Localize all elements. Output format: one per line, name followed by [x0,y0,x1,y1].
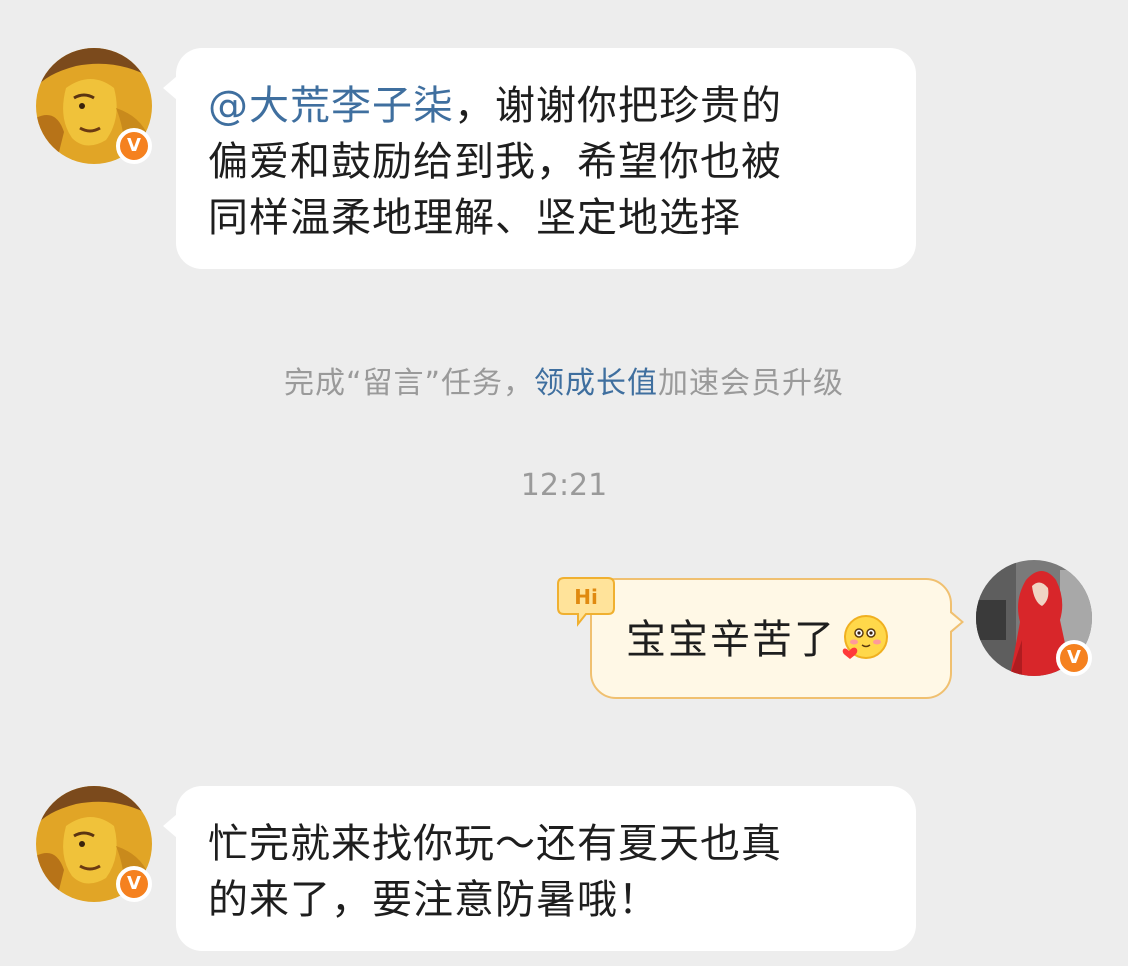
message-bubble-incoming[interactable]: 忙完就来找你玩～还有夏天也真 的来了，要注意防暑哦！ [163,786,916,951]
growth-value-link[interactable]: 领成长值 [534,366,658,401]
task-notice: 完成“留言”任务，领成长值加速会员升级 [0,358,1128,402]
timestamp: 12:21 [520,468,608,503]
verified-badge-icon: V [1056,640,1092,676]
hi-bubble-icon: Hi [557,577,615,627]
message-text: 同样温柔地理解、坚定地选择 [208,195,741,241]
verified-badge-icon: V [116,128,152,164]
message-text: 的来了，要注意防暑哦！ [208,877,659,923]
message-bubble-outgoing[interactable]: 宝宝辛苦了 [590,578,964,699]
notice-text: 完成“留言”任务， [283,366,535,401]
message-text: 宝宝辛苦了 [626,617,836,663]
notice-text: 加速会员升级 [658,366,845,401]
hi-tag-label: Hi [574,585,598,609]
message-bubble-incoming[interactable]: @大荒李子柒，谢谢你把珍贵的 偏爱和鼓励给到我，希望你也被 同样温柔地理解、坚定… [163,48,916,269]
message-text: 忙完就来找你玩～还有夏天也真 [208,821,782,867]
blush-heart-emoji-icon [842,615,888,659]
message-text: 偏爱和鼓励给到我，希望你也被 [208,139,782,185]
verified-badge-icon: V [116,866,152,902]
message-text: ，谢谢你把珍贵的 [454,83,782,129]
mention-link[interactable]: @大荒李子柒 [208,83,454,129]
